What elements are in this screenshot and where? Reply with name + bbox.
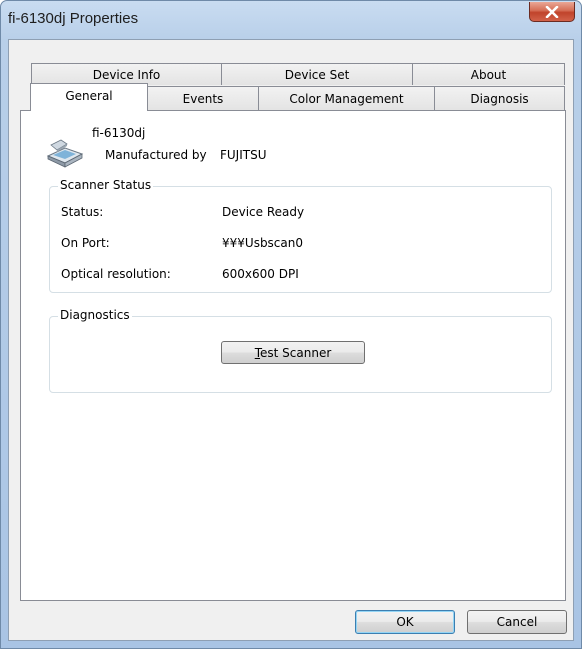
port-label: On Port: bbox=[61, 236, 110, 250]
window-title: fi-6130dj Properties bbox=[8, 10, 139, 27]
tab-label: General bbox=[65, 88, 113, 103]
tab-events[interactable]: Events bbox=[147, 86, 259, 111]
title-bar[interactable]: fi-6130dj Properties bbox=[1, 1, 581, 41]
tab-label: Color Management bbox=[289, 92, 404, 106]
tab-about[interactable]: About bbox=[412, 63, 565, 85]
test-scanner-label: Test Scanner bbox=[254, 345, 332, 360]
tab-color-management[interactable]: Color Management bbox=[258, 86, 435, 111]
scanner-status-title: Scanner Status bbox=[58, 178, 154, 192]
test-scanner-button[interactable]: Test Scanner bbox=[221, 341, 365, 364]
tab-label: Device Info bbox=[92, 67, 161, 82]
ok-label: OK bbox=[396, 615, 414, 629]
status-label: Status: bbox=[61, 205, 104, 219]
device-model: fi-6130dj bbox=[92, 126, 146, 140]
status-value: Device Ready bbox=[222, 205, 305, 219]
tab-general[interactable]: General bbox=[30, 83, 148, 111]
diagnostics-title: Diagnostics bbox=[58, 308, 132, 322]
cancel-label: Cancel bbox=[496, 615, 538, 629]
manufacturer-value: FUJITSU bbox=[220, 148, 267, 162]
resolution-label: Optical resolution: bbox=[61, 267, 171, 281]
cancel-button[interactable]: Cancel bbox=[467, 610, 567, 634]
tab-device-info[interactable]: Device Info bbox=[31, 63, 222, 85]
tab-device-set[interactable]: Device Set bbox=[221, 63, 413, 85]
tab-label: Diagnosis bbox=[470, 92, 529, 106]
ok-button[interactable]: OK bbox=[355, 610, 455, 634]
manufacturer-label: Manufactured by bbox=[105, 148, 207, 162]
tab-label: Events bbox=[182, 92, 224, 106]
port-value: ¥¥¥Usbscan0 bbox=[222, 236, 303, 250]
close-icon bbox=[545, 5, 559, 18]
tab-label: Device Set bbox=[284, 67, 350, 82]
tab-label: About bbox=[470, 67, 507, 82]
scanner-icon bbox=[46, 139, 84, 168]
resolution-value: 600x600 DPI bbox=[222, 267, 299, 281]
tab-diagnosis[interactable]: Diagnosis bbox=[434, 86, 565, 111]
close-button[interactable] bbox=[529, 2, 575, 22]
